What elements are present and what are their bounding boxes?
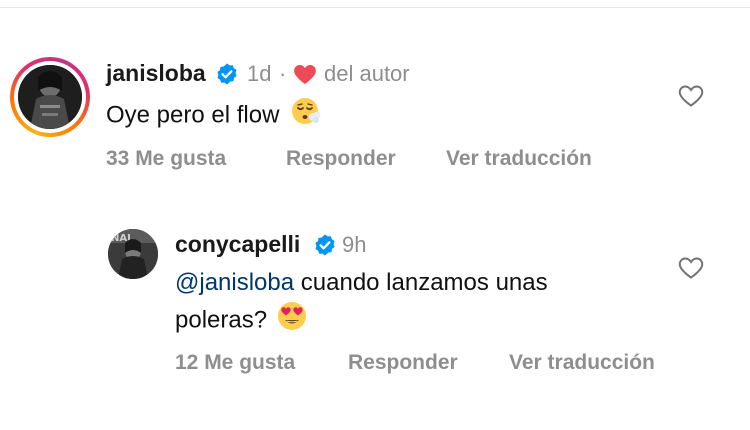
username-janisloba[interactable]: janisloba bbox=[106, 60, 206, 87]
reply-button[interactable]: Responder bbox=[348, 351, 458, 375]
comment-time: 1d bbox=[247, 61, 272, 86]
like-count[interactable]: 33 Me gusta bbox=[106, 147, 226, 171]
reply-button[interactable]: Responder bbox=[286, 147, 396, 171]
comment-body: Oye pero el flow bbox=[106, 95, 322, 137]
comment-body: @janisloba cuando lanzamos unas poleras? bbox=[175, 266, 655, 342]
heart-eyes-emoji bbox=[274, 300, 308, 342]
exhaling-face-emoji bbox=[286, 95, 322, 137]
see-translation-button[interactable]: Ver traducción bbox=[509, 351, 655, 375]
comment-text-line2: poleras? bbox=[175, 306, 268, 334]
like-count[interactable]: 12 Me gusta bbox=[175, 351, 295, 375]
meta-separator: · bbox=[279, 61, 287, 86]
verified-badge-icon bbox=[315, 234, 335, 256]
avatar-janisloba[interactable] bbox=[18, 65, 82, 129]
avatar-conycapelli[interactable]: NAL bbox=[108, 229, 158, 279]
author-liked-label: del autor bbox=[324, 61, 410, 86]
like-heart-icon[interactable] bbox=[678, 256, 704, 280]
comment-text-line1: cuando lanzamos unas bbox=[294, 269, 548, 296]
top-divider bbox=[0, 7, 750, 8]
comment-text: Oye pero el flow bbox=[106, 101, 280, 129]
like-heart-icon[interactable] bbox=[678, 84, 704, 108]
verified-badge-icon bbox=[217, 63, 237, 85]
username-conycapelli[interactable]: conycapelli bbox=[175, 231, 300, 258]
comment-time: 9h bbox=[342, 232, 367, 257]
author-heart-icon bbox=[294, 65, 316, 84]
mention-link[interactable]: @janisloba bbox=[175, 269, 294, 296]
see-translation-button[interactable]: Ver traducción bbox=[446, 147, 592, 171]
